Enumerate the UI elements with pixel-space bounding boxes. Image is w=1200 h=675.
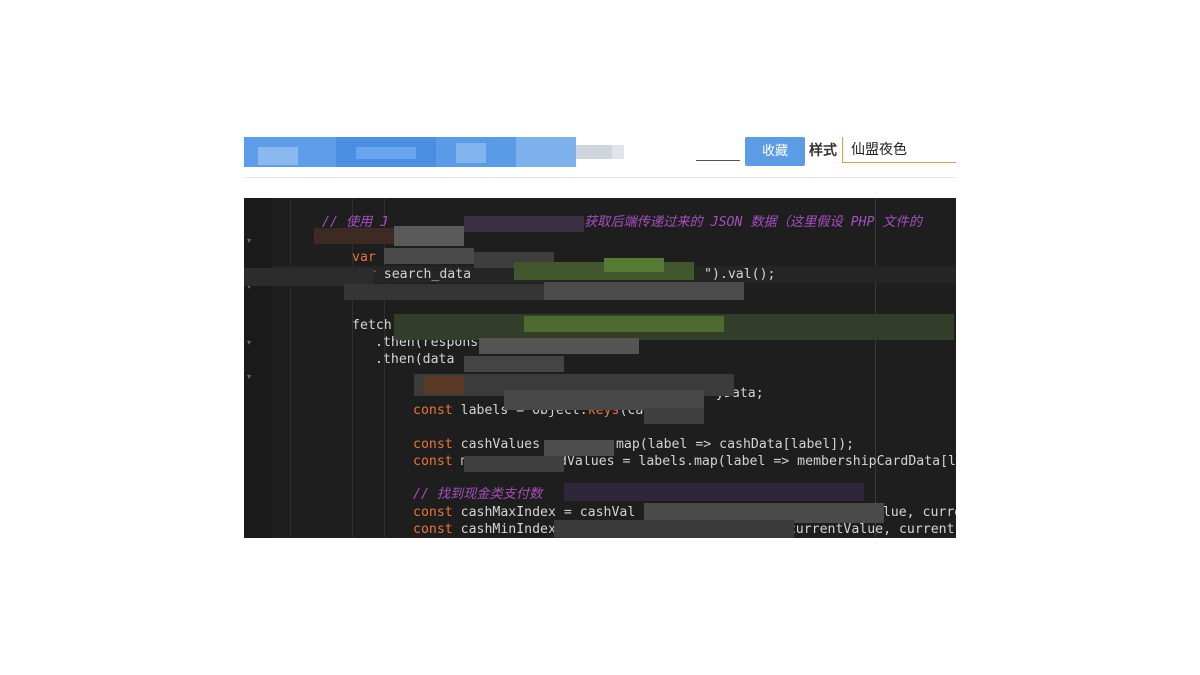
code-token: search_data (375, 267, 472, 282)
fold-arrow-icon[interactable]: ▾ (247, 372, 251, 381)
code-token: fetch (352, 318, 392, 333)
redacted-code-block (314, 228, 394, 244)
code-line[interactable]: const m (413, 453, 469, 470)
collect-button[interactable]: 收藏 (745, 137, 805, 166)
code-line[interactable]: ").val(); (704, 266, 775, 283)
redacted-code-block (464, 216, 584, 232)
redacted-code-block (564, 483, 864, 501)
editor-gutter: ▾ ▾ ▾ ▾ (244, 198, 272, 538)
code-line[interactable]: const cashMinIndex (413, 521, 556, 538)
code-token: const (413, 454, 453, 469)
code-token: cashValues (452, 437, 541, 452)
code-token: .map(label => cashData[label]); (608, 437, 855, 452)
redacted-toolbar-block (456, 143, 486, 163)
code-token: dValues = labels.map(label => membership… (559, 454, 956, 469)
redacted-code-block (524, 316, 724, 332)
fold-arrow-icon[interactable]: ▾ (247, 236, 251, 245)
redacted-toolbar-block (576, 145, 612, 159)
style-label: 样式 (809, 143, 837, 159)
redacted-code-block (504, 390, 704, 410)
code-token: 获取后端传递过来的 JSON 数据（这里假设 PHP 文件的 (584, 215, 922, 230)
code-line[interactable]: const cashValues (413, 436, 540, 453)
code-line[interactable]: fetch (352, 317, 392, 334)
code-token: const (413, 403, 453, 418)
fold-arrow-icon[interactable]: ▾ (247, 338, 251, 347)
redacted-code-block (384, 248, 474, 264)
code-editor[interactable]: ▾ ▾ ▾ ▾ // 使用 J 获取后端传递过来的 JSON 数据（这里假设 PH… (244, 198, 956, 538)
code-line[interactable]: 获取后端传递过来的 JSON 数据（这里假设 PHP 文件的 (584, 214, 922, 231)
code-token: // 找到现金类支付数 (413, 487, 543, 502)
hidden-input-underline[interactable] (696, 156, 740, 161)
redacted-code-block (644, 408, 704, 424)
redacted-code-block (464, 356, 564, 372)
redacted-toolbar-block (516, 137, 576, 167)
code-line[interactable]: const cashMaxIndex = cashVal (413, 504, 635, 521)
redacted-code-block (544, 282, 744, 300)
redacted-code-block (394, 226, 464, 246)
code-token: cashMaxIndex = cashVal (452, 505, 636, 520)
code-token: (data (414, 352, 455, 367)
code-token: .then (375, 352, 415, 367)
redacted-code-block (344, 284, 544, 300)
redacted-code-block (604, 258, 664, 272)
style-select[interactable]: 仙盟夜色 (842, 137, 956, 163)
code-token: cashMinIndex (452, 522, 556, 537)
redacted-toolbar-block (356, 147, 416, 159)
print-margin-ruler (875, 198, 876, 538)
redacted-code-block (424, 376, 464, 394)
code-token: const (413, 505, 453, 520)
redacted-code-block (554, 520, 794, 538)
redacted-code-block (464, 456, 564, 472)
code-line[interactable]: .then(data (375, 351, 454, 368)
redacted-code-block (544, 440, 614, 456)
code-line[interactable]: .map(label => cashData[label]); (608, 436, 854, 453)
code-token: ").val(); (704, 267, 776, 282)
code-line[interactable]: // 找到现金类支付数 (413, 486, 542, 503)
redacted-toolbar-block (612, 145, 624, 159)
redacted-toolbar-block (258, 147, 298, 165)
code-token: var (352, 250, 376, 265)
code-line[interactable]: dValues = labels.map(label => membership… (559, 453, 956, 470)
redacted-code-block (479, 338, 639, 354)
indent-guide (290, 198, 291, 538)
code-token: const (413, 437, 453, 452)
code-token: const (413, 522, 453, 537)
